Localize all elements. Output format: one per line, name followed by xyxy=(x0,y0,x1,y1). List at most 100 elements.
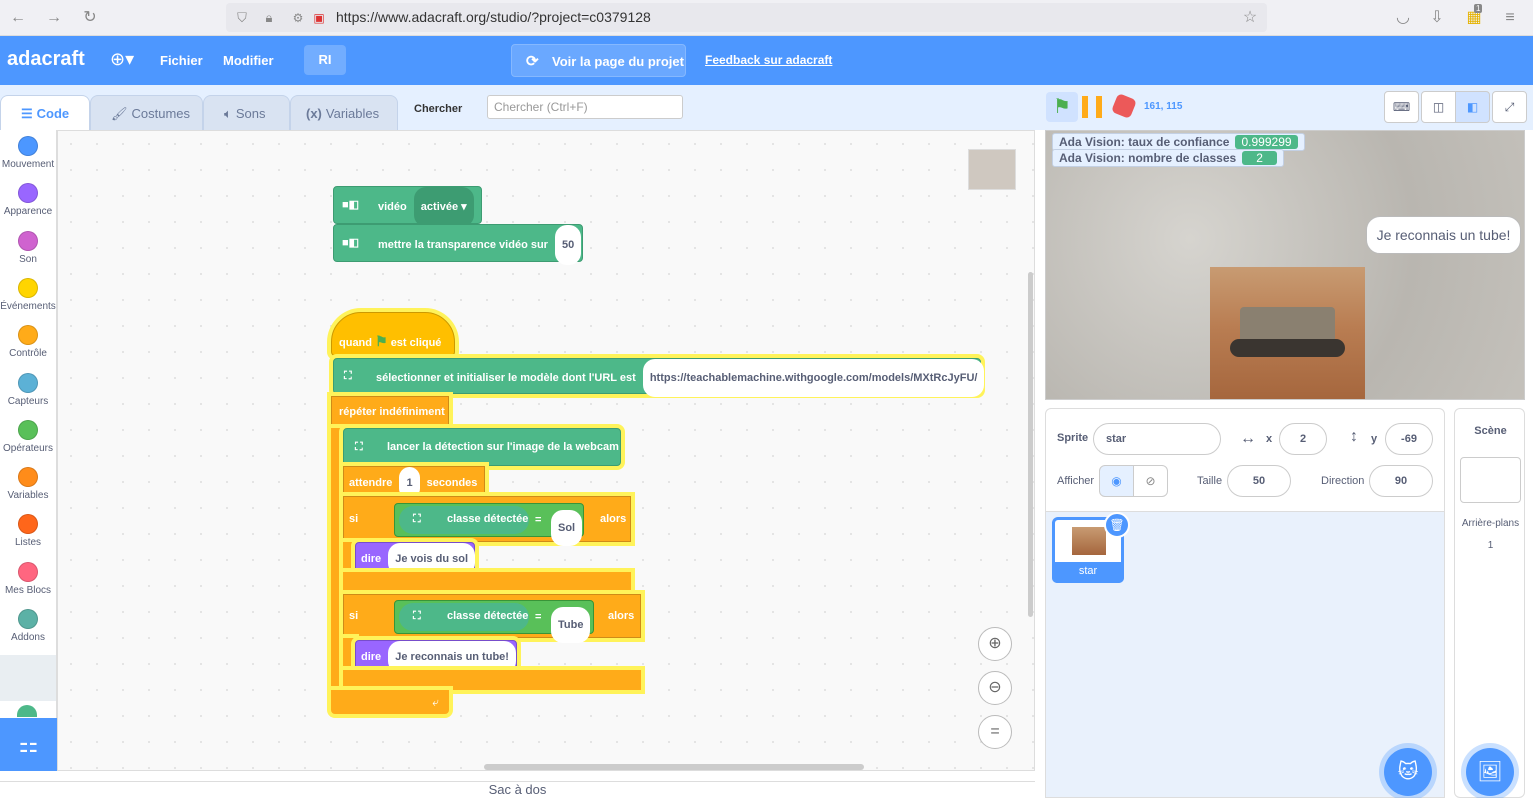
video-state-dropdown[interactable]: activée ▾ xyxy=(413,187,474,227)
category-opérateurs[interactable]: Opérateurs xyxy=(0,419,56,454)
equals-operator[interactable]: ⛶ classe détectée = Tube xyxy=(394,600,594,643)
size-input[interactable]: 50 xyxy=(1227,465,1291,497)
large-stage-icon: ◧ xyxy=(1466,100,1479,114)
logo[interactable]: adacraft xyxy=(7,48,85,71)
add-extension-button[interactable]: ⚏ xyxy=(0,718,57,771)
feedback-link[interactable]: Feedback sur adacraft xyxy=(705,53,832,67)
zoom-out-button[interactable]: ⊖ xyxy=(978,671,1012,705)
x-input[interactable]: 2 xyxy=(1279,423,1327,455)
add-sprite-button[interactable]: 🐱︎ xyxy=(1384,748,1432,796)
ri-button[interactable]: RI xyxy=(304,45,346,75)
backdrop-thumbnail[interactable] xyxy=(1460,457,1521,503)
class-input-sol[interactable]: Sol xyxy=(551,510,583,546)
download-icon[interactable]: ⇩ xyxy=(1427,8,1447,28)
camera-permission-icon[interactable]: ▣ xyxy=(309,8,329,28)
menu-bar: adacraft ⊕▾ Fichier Modifier RI ⟳ Voir l… xyxy=(0,36,1533,85)
category-son[interactable]: Son xyxy=(0,230,56,265)
category-label: Variables xyxy=(7,490,49,502)
wait-block[interactable]: attendre 1 secondes xyxy=(343,466,485,499)
detected-class-reporter[interactable]: ⛶ classe détectée xyxy=(399,603,529,631)
url-text[interactable]: https://www.adacraft.org/studio/?project… xyxy=(336,9,651,25)
backpack[interactable]: Sac à dos xyxy=(0,781,1035,798)
select-model-block[interactable]: ⛶ sélectionner et initialiser le modèle … xyxy=(333,358,985,397)
transparency-input[interactable]: 50 xyxy=(555,225,582,265)
category-événements[interactable]: Événements xyxy=(0,277,56,312)
view-project-button[interactable]: ⟳ Voir la page du projet xyxy=(511,44,686,77)
category-capteurs[interactable]: Capteurs xyxy=(0,372,56,407)
zoom-in-button[interactable]: ⊕ xyxy=(978,627,1012,661)
category-addons[interactable]: Addons xyxy=(0,609,56,643)
permissions-icon[interactable]: ⚙ xyxy=(288,8,308,28)
back-icon[interactable]: ← xyxy=(8,8,28,28)
tab-code[interactable]: ☰ Code xyxy=(0,95,90,130)
fullscreen-button[interactable]: ⤢ xyxy=(1492,91,1527,123)
if-block-tube[interactable]: si ⛶ classe détectée = Tube alors xyxy=(343,594,641,643)
category-mes-blocs[interactable]: Mes Blocs xyxy=(0,561,56,596)
loop-arrow-icon: ⤶ xyxy=(432,695,439,709)
language-globe-icon[interactable]: ⊕▾ xyxy=(110,49,134,70)
pause-button[interactable] xyxy=(1082,96,1102,118)
equals-operator[interactable]: ⛶ classe détectée = Sol xyxy=(394,503,584,546)
fullscreen-icon: ⤢ xyxy=(1504,100,1515,114)
vertical-scrollbar[interactable] xyxy=(1028,272,1033,617)
stage-canvas[interactable] xyxy=(1045,130,1525,400)
wait-input[interactable]: 1 xyxy=(399,467,420,499)
show-visible-button[interactable]: ◉ xyxy=(1099,465,1134,497)
video-transparency-block[interactable]: ■◧ mettre la transparence vidéo sur 50 xyxy=(333,224,583,265)
bookmark-star-icon[interactable]: ☆ xyxy=(1240,8,1260,28)
forever-block-foot: ⤶ xyxy=(331,690,449,714)
console-button[interactable]: ⌨ xyxy=(1384,91,1419,123)
add-backdrop-button[interactable]: 🖼︎ xyxy=(1466,748,1514,796)
pocket-icon[interactable]: ◡ xyxy=(1393,8,1413,28)
shield-icon[interactable]: ⛉ xyxy=(232,8,252,28)
rover-sprite[interactable] xyxy=(1210,267,1365,399)
category-listes[interactable]: Listes xyxy=(0,514,56,548)
category-mouvement[interactable]: Mouvement xyxy=(0,136,56,170)
category-label: Opérateurs xyxy=(2,442,54,454)
category-label: Addons xyxy=(11,632,45,643)
video-toggle-block[interactable]: ■◧ vidéo activée ▾ xyxy=(333,186,482,227)
search-input[interactable]: Chercher (Ctrl+F) xyxy=(487,95,683,119)
start-detection-block[interactable]: ⛶ lancer la détection sur l'image de la … xyxy=(343,428,621,466)
class-input-tube[interactable]: Tube xyxy=(551,607,591,643)
forever-block[interactable]: répéter indéfiniment xyxy=(331,396,449,428)
tab-variables[interactable]: (x) Variables xyxy=(290,95,398,130)
file-menu[interactable]: Fichier xyxy=(160,53,203,68)
category-dot-icon xyxy=(18,419,38,440)
ada-vision-icon: ⛶ xyxy=(344,370,352,382)
category-contrôle[interactable]: Contrôle xyxy=(0,325,56,359)
edit-menu[interactable]: Modifier xyxy=(223,53,274,68)
detected-class-reporter[interactable]: ⛶ classe détectée xyxy=(399,506,529,534)
zoom-reset-button[interactable]: = xyxy=(978,715,1012,749)
sprite-name-input[interactable]: star xyxy=(1093,423,1221,455)
say-block-sol[interactable]: dire Je vois du sol xyxy=(355,542,475,575)
large-stage-button[interactable]: ◧ xyxy=(1455,91,1490,123)
model-url-input[interactable]: https://teachablemachine.withgoogle.com/… xyxy=(642,359,985,397)
y-arrows-icon: ↕ xyxy=(1350,428,1358,445)
tab-costumes[interactable]: 🖌︎ Costumes xyxy=(90,95,203,130)
lock-icon[interactable]: 🔒︎ xyxy=(259,8,279,28)
when-flag-clicked-block[interactable]: quand ⚑ est cliqué xyxy=(331,312,455,356)
small-stage-button[interactable]: ◫ xyxy=(1421,91,1456,123)
menu-icon[interactable]: ≡ xyxy=(1500,8,1520,28)
horizontal-scrollbar[interactable] xyxy=(484,764,864,770)
category-apparence[interactable]: Apparence xyxy=(0,183,56,217)
green-flag-button[interactable]: ⚑ xyxy=(1046,92,1078,122)
delete-sprite-button[interactable]: 🗑︎ xyxy=(1104,512,1130,538)
direction-input[interactable]: 90 xyxy=(1369,465,1433,497)
category-variables[interactable]: Variables xyxy=(0,467,56,501)
cat-add-icon: 🐱︎ xyxy=(1397,761,1419,783)
stop-button[interactable] xyxy=(1110,92,1138,120)
say-block-tube[interactable]: dire Je reconnais un tube! xyxy=(355,640,517,673)
view-project-label: Voir la page du projet xyxy=(552,54,684,69)
if-block-sol[interactable]: si ⛶ classe détectée = Sol alors xyxy=(343,496,631,546)
category-dot-icon xyxy=(18,514,38,535)
y-input[interactable]: -69 xyxy=(1385,423,1433,455)
forward-icon[interactable]: → xyxy=(44,8,64,28)
say-input-sol[interactable]: Je vois du sol xyxy=(388,543,475,575)
class-count-monitor[interactable]: Ada Vision: nombre de classes 2 xyxy=(1052,149,1284,167)
reload-icon[interactable]: ↻ xyxy=(80,8,100,28)
tab-sounds[interactable]: 🔈︎ Sons xyxy=(203,95,290,130)
show-hidden-button[interactable]: ⊘ xyxy=(1133,465,1168,497)
say-input-tube[interactable]: Je reconnais un tube! xyxy=(388,641,516,673)
